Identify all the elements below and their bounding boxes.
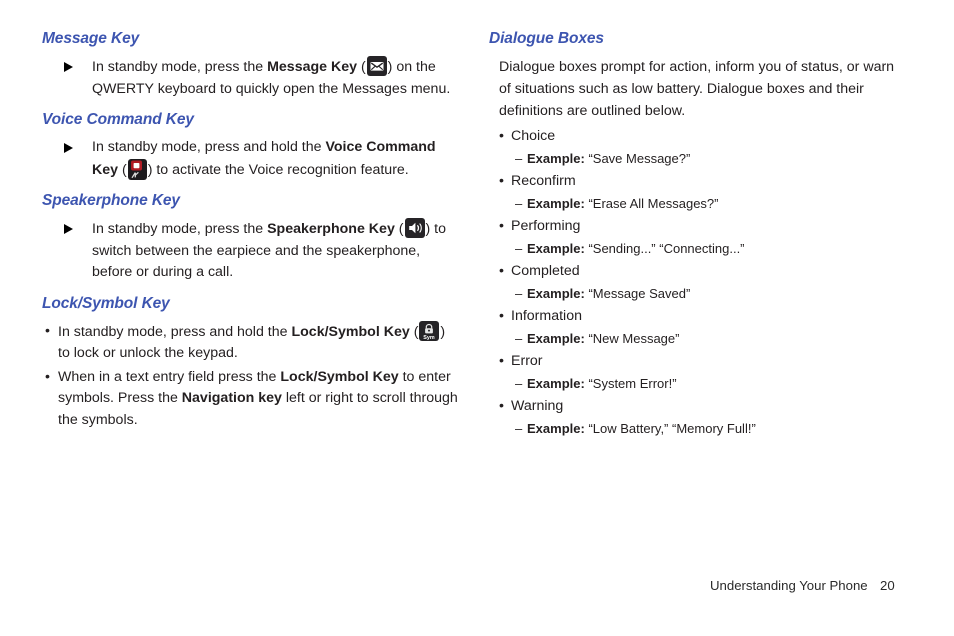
dash-icon: – [515,421,523,437]
bullet-icon: • [499,218,504,235]
item-text-bold: Lock/Symbol Key [291,323,410,340]
item-text-pre: In standby mode, press and hold the [58,323,292,340]
triangle-bullet-icon [64,143,73,154]
item-text-pre: When in a text entry field press the [58,368,281,385]
dash-icon: – [515,196,523,212]
dash-icon: – [515,286,523,302]
paren-open: ( [409,323,419,340]
envelope-icon [366,56,387,77]
list-item: • Choice [489,124,909,148]
example-label: Example: [527,421,585,437]
dash-icon: – [515,151,523,167]
list-sub-item: – Example: “New Message” [489,328,909,349]
section-speakerphone-key: Speakerphone Key In standby mode, press … [42,192,458,284]
bullet-icon: • [499,398,504,415]
right-column: Dialogue Boxes Dialogue boxes prompt for… [489,30,909,439]
list-item: • Error [489,349,909,373]
list-item: In standby mode, press the Speakerphone … [42,218,458,284]
dialogue-type-label: Reconfirm [511,173,576,190]
list-item: In standby mode, press and hold the Voic… [42,137,458,181]
item-text-bold-2: Navigation key [181,390,282,407]
list-item: • Warning [489,394,909,418]
list-item: In standby mode, press the Message Key (… [42,56,458,100]
dialogue-type-label: Information [511,308,582,325]
dialogue-type-label: Choice [511,128,556,145]
list-item: • Completed [489,259,909,283]
list-sub-item: – Example: “System Error!” [489,373,909,394]
section-voice-command-key: Voice Command Key In standby mode, press… [42,111,458,181]
example-text: “Erase All Messages?” [588,196,719,212]
dialogue-type-label: Warning [511,398,564,415]
list-sub-item: – Example: “Erase All Messages?” [489,193,909,214]
dialogue-type-label: Error [511,353,543,370]
voice-command-icon [127,158,147,180]
item-text-bold: Speakerphone Key [267,221,395,238]
example-text: “Low Battery,” “Memory Full!” [588,421,756,437]
item-text-pre: In standby mode, press and hold the [92,139,326,156]
section-message-key: Message Key In standby mode, press the M… [42,30,458,100]
list-item: • When in a text entry field press the L… [42,367,458,432]
paren-open: ( [394,221,404,238]
list-sub-item: – Example: “Low Battery,” “Memory Full!” [489,418,909,439]
list-item: • In standby mode, press and hold the Lo… [42,320,458,365]
item-text-pre: In standby mode, press the [92,221,268,238]
section-heading-lock-symbol-key: Lock/Symbol Key [42,294,170,312]
example-label: Example: [527,196,585,212]
example-text: “Save Message?” [588,151,691,167]
bullet-icon: • [499,173,504,190]
list-item: • Reconfirm [489,169,909,193]
svg-text:Sym: Sym [424,335,436,341]
bullet-icon: • [499,353,504,370]
paren-open: ( [357,59,366,76]
document-page: Message Key In standby mode, press the M… [0,0,954,636]
bullet-icon: • [45,322,50,339]
speakerphone-icon [404,218,425,239]
paren-open: ( [118,161,127,178]
example-label: Example: [527,241,585,257]
example-label: Example: [527,331,585,347]
bullet-icon: • [499,308,504,325]
example-text: “System Error!” [588,376,677,392]
list-item: • Performing [489,214,909,238]
footer-page-number: 20 [880,578,895,593]
example-label: Example: [527,151,585,167]
left-column: Message Key In standby mode, press the M… [42,30,458,442]
list-item: • Information [489,304,909,328]
example-text: “Message Saved” [588,286,691,302]
example-text: “New Message” [588,331,680,347]
footer-chapter-title: Understanding Your Phone [710,578,868,593]
dash-icon: – [515,331,523,347]
dash-icon: – [515,376,523,392]
item-text-pre: In standby mode, press the [92,59,268,76]
item-text-post: ) to activate the Voice recognition feat… [147,161,409,178]
item-text-bold: Lock/Symbol Key [280,368,399,385]
section-lock-symbol-key: Lock/Symbol Key • In standby mode, press… [42,295,458,432]
list-sub-item: – Example: “Sending...” “Connecting...” [489,238,909,259]
triangle-bullet-icon [64,224,73,235]
lock-symbol-icon: Sym [419,320,440,341]
list-sub-item: – Example: “Message Saved” [489,283,909,304]
dash-icon: – [515,241,523,257]
triangle-bullet-icon [64,62,73,73]
bullet-icon: • [499,263,504,280]
section-heading-speakerphone-key: Speakerphone Key [42,192,180,210]
dialogue-type-label: Completed [511,263,580,280]
item-text-bold: Message Key [267,59,357,76]
list-sub-item: – Example: “Save Message?” [489,148,909,169]
bullet-icon: • [45,368,50,385]
bullet-icon: • [499,128,504,145]
section-heading-dialogue-boxes: Dialogue Boxes [489,30,604,47]
dialogue-type-label: Performing [511,218,581,235]
example-text: “Sending...” “Connecting...” [588,241,745,257]
dialogue-boxes-intro: Dialogue boxes prompt for action, inform… [499,59,895,120]
section-heading-message-key: Message Key [42,30,140,47]
example-label: Example: [527,286,585,302]
section-heading-voice-command-key: Voice Command Key [42,111,194,129]
example-label: Example: [527,376,585,392]
